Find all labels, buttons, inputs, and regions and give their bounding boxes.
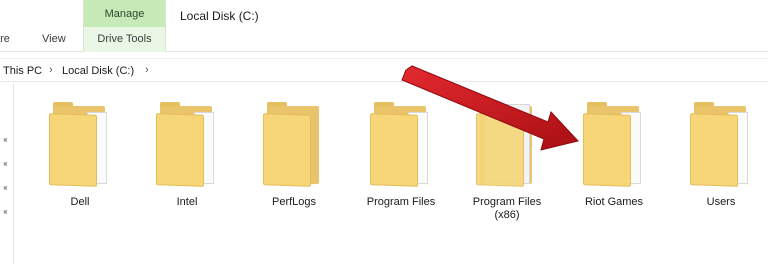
folder-icon — [156, 100, 218, 188]
manage-tab-group[interactable]: Manage Drive Tools — [83, 0, 166, 52]
breadcrumb-local-disk[interactable]: Local Disk (C:) — [62, 65, 134, 77]
tab-view[interactable]: View — [42, 33, 66, 45]
manage-label: Manage — [104, 8, 145, 20]
folder-item-users[interactable]: Users — [671, 100, 768, 209]
pin-icon[interactable]: ✦ — [0, 134, 11, 147]
folder-label: Intel — [176, 196, 198, 208]
folder-label: Riot Games — [584, 196, 644, 208]
tab-share[interactable]: are — [0, 33, 10, 45]
pin-icon[interactable]: ✦ — [0, 158, 11, 171]
folder-label: Program Files — [472, 196, 542, 208]
folder-item-dell[interactable]: Dell — [30, 100, 130, 209]
folder-label: Program Files — [366, 196, 436, 208]
breadcrumb-this-pc[interactable]: This PC — [3, 65, 42, 77]
tab-drive-tools[interactable]: Drive Tools — [84, 33, 165, 45]
breadcrumb-chevron-icon[interactable]: › — [49, 64, 53, 76]
ribbon: Local Disk (C:) are View Manage Drive To… — [0, 0, 768, 52]
folder-label: Dell — [70, 196, 90, 208]
pin-icon[interactable]: ✦ — [0, 182, 11, 195]
folder-item-program-files[interactable]: Program Files — [351, 100, 451, 209]
folder-item-intel[interactable]: Intel — [137, 100, 237, 209]
window-title: Local Disk (C:) — [180, 9, 259, 23]
folder-icon — [583, 100, 645, 188]
breadcrumb-chevron-icon[interactable]: › — [145, 64, 149, 76]
folder-label: Users — [706, 196, 736, 208]
address-bar[interactable]: This PC › Local Disk (C:) › — [0, 58, 768, 82]
folder-icon — [49, 100, 111, 188]
folder-label: PerfLogs — [271, 196, 317, 208]
pin-icon[interactable]: ✦ — [0, 206, 11, 219]
folder-icon — [370, 100, 432, 188]
folder-label-sub: (x86) — [494, 209, 520, 221]
folder-item-riot-games[interactable]: Riot Games — [564, 100, 664, 209]
folder-item-program-files-x86[interactable]: Program Files (x86) — [457, 100, 557, 222]
navigation-pane[interactable]: ✦ ✦ ✦ ✦ — [0, 83, 14, 264]
manage-header: Manage — [84, 0, 165, 27]
folder-icon — [476, 100, 538, 188]
empty-folder-icon — [263, 100, 325, 188]
folder-icon — [690, 100, 752, 188]
folder-item-perflogs[interactable]: PerfLogs — [244, 100, 344, 209]
